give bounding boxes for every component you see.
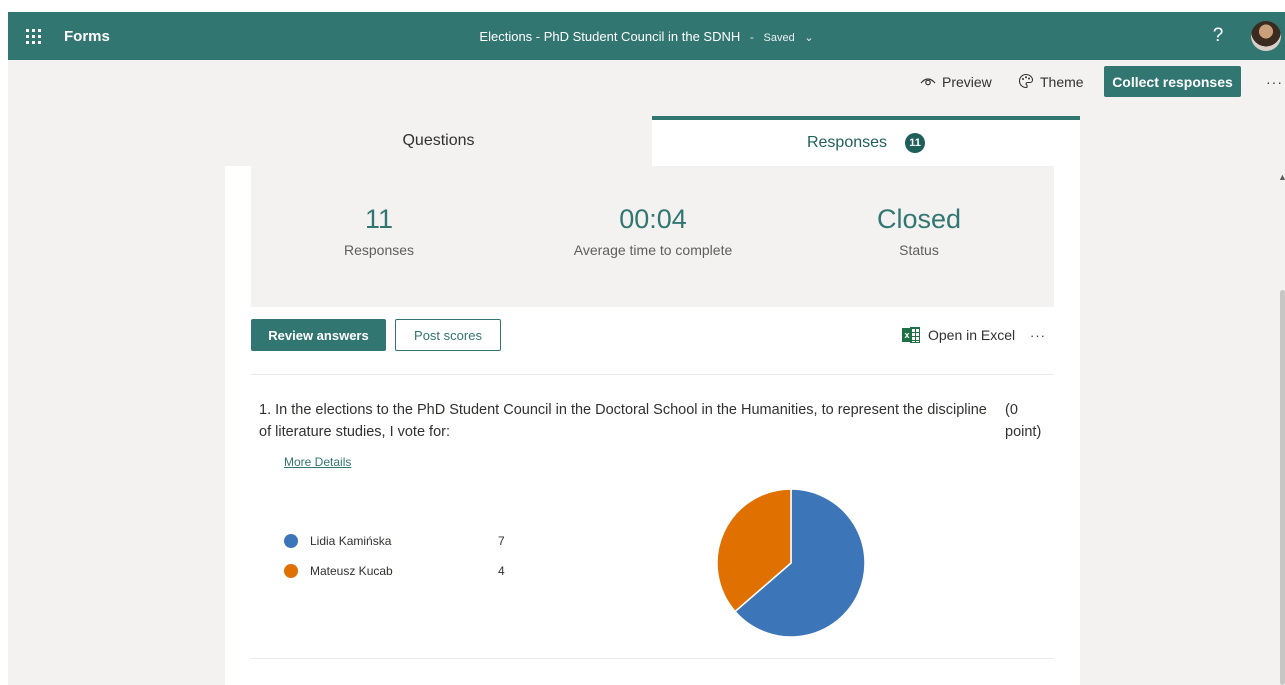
command-bar: Preview Theme Collect responses ···: [8, 60, 1285, 104]
chevron-down-icon[interactable]: ⌄: [804, 32, 813, 44]
suite-bar: Forms Elections - PhD Student Council in…: [8, 12, 1285, 60]
review-answers-button[interactable]: Review answers: [251, 319, 386, 351]
legend-swatch-0: [284, 534, 298, 548]
tab-bar: Questions Responses 11: [225, 116, 1080, 166]
legend-item: Lidia Kamińska 7: [284, 526, 524, 556]
theme-label: Theme: [1040, 74, 1084, 90]
status-label: Status: [899, 242, 939, 258]
tab-responses[interactable]: Responses 11: [652, 116, 1080, 166]
more-details-link[interactable]: More Details: [284, 455, 351, 469]
preview-label: Preview: [942, 74, 992, 90]
tab-responses-label: Responses: [806, 134, 888, 151]
tab-questions[interactable]: Questions: [225, 116, 652, 166]
responses-card: Questions Responses 11 11 Responses 00:0…: [225, 116, 1080, 685]
divider: [251, 658, 1054, 659]
document-title-text: Elections - PhD Student Council in the S…: [479, 28, 741, 44]
legend-item: Mateusz Kucab 4: [284, 556, 524, 586]
question-text: 1. In the elections to the PhD Student C…: [259, 402, 987, 440]
divider: [251, 374, 1054, 375]
collect-responses-button[interactable]: Collect responses: [1104, 66, 1241, 97]
responses-count-badge: 11: [905, 133, 926, 153]
scroll-up-icon[interactable]: ▲: [1278, 172, 1285, 182]
legend-count-1: 4: [498, 564, 505, 578]
pie-chart: [716, 488, 866, 638]
open-in-excel-label: Open in Excel: [928, 327, 1016, 343]
responses-stat: 11 Responses: [249, 202, 509, 258]
responses-label: Responses: [343, 242, 415, 258]
document-title[interactable]: Elections - PhD Student Council in the S…: [479, 29, 813, 44]
status-value: Closed: [876, 204, 962, 234]
legend-count-0: 7: [498, 534, 505, 548]
excel-icon: x: [902, 327, 920, 343]
preview-button[interactable]: Preview: [920, 60, 992, 104]
more-options-icon[interactable]: ···: [1266, 60, 1283, 104]
average-time-value: 00:04: [619, 204, 687, 234]
actions-row: Review answers Post scores x Open in Exc…: [251, 319, 1054, 353]
status-stat: Closed Status: [789, 202, 1049, 258]
legend-swatch-1: [284, 564, 298, 578]
more-actions-icon[interactable]: ···: [1030, 319, 1046, 351]
average-time-stat: 00:04 Average time to complete: [523, 202, 783, 258]
theme-button[interactable]: Theme: [1018, 60, 1084, 104]
average-time-label: Average time to complete: [573, 242, 733, 258]
title-separator: -: [749, 29, 754, 44]
tab-questions-label: Questions: [402, 132, 475, 149]
app-name[interactable]: Forms: [64, 28, 110, 45]
summary-panel: 11 Responses 00:04 Average time to compl…: [251, 166, 1054, 307]
chart-legend: Lidia Kamińska 7 Mateusz Kucab 4: [284, 526, 524, 586]
legend-label-1: Mateusz Kucab: [310, 564, 393, 578]
app-launcher-icon[interactable]: [8, 12, 58, 60]
palette-icon: [1018, 73, 1034, 92]
help-icon[interactable]: ?: [1203, 12, 1233, 60]
question-points: (0 point): [1005, 402, 1042, 440]
save-status: Saved: [763, 31, 795, 44]
responses-value: 11: [364, 204, 394, 234]
eye-icon: [920, 74, 936, 90]
scrollbar[interactable]: [1280, 290, 1285, 685]
open-in-excel-button[interactable]: x Open in Excel: [902, 319, 1015, 351]
app-window: Forms Elections - PhD Student Council in…: [8, 12, 1285, 685]
post-scores-button[interactable]: Post scores: [395, 319, 501, 351]
avatar[interactable]: [1251, 21, 1281, 51]
legend-label-0: Lidia Kamińska: [310, 534, 392, 548]
